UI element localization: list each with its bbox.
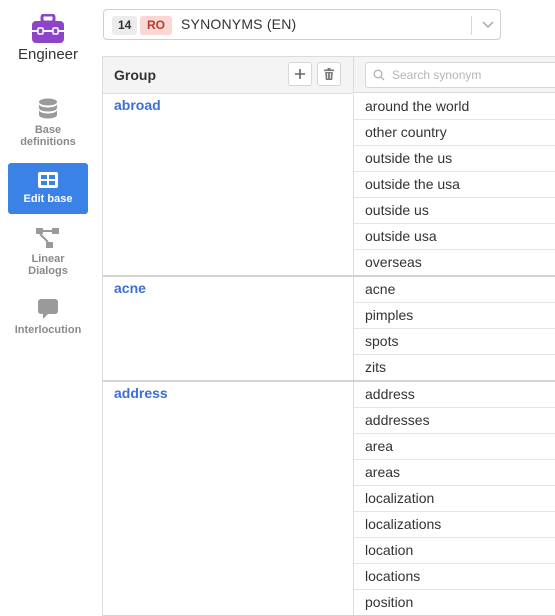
synonym-item[interactable]: area — [354, 434, 555, 460]
synonym-item[interactable]: zits — [354, 355, 555, 380]
delete-group-button[interactable] — [317, 62, 341, 86]
chevron-down-icon[interactable] — [480, 18, 496, 32]
group-name-link[interactable]: acne — [114, 280, 146, 296]
group-name-link[interactable]: address — [114, 385, 168, 401]
group-row: acne acne pimples spots zits — [103, 277, 555, 382]
sidebar-item-linear-dialogs[interactable]: Linear Dialogs — [8, 227, 88, 279]
database-icon — [39, 98, 57, 119]
synonym-column-header — [353, 57, 555, 93]
synonym-item[interactable]: pimples — [354, 303, 555, 329]
synonym-item[interactable]: position — [354, 590, 555, 615]
count-badge: 14 — [112, 16, 138, 35]
search-synonym-input[interactable] — [365, 62, 555, 88]
sidebar: Engineer Base definitions Edit base Line… — [0, 0, 96, 615]
sidebar-item-base-definitions[interactable]: Base definitions — [8, 98, 88, 154]
synonym-item[interactable]: acne — [354, 277, 555, 303]
trash-icon — [324, 68, 334, 80]
synonym-item[interactable]: address — [354, 382, 555, 408]
synonym-item[interactable]: outside the us — [354, 146, 555, 172]
group-column-header: Group — [103, 57, 353, 94]
add-group-button[interactable] — [288, 62, 312, 86]
synonym-item[interactable]: other country — [354, 120, 555, 146]
synonym-item[interactable]: around the world — [354, 94, 555, 120]
synonym-item[interactable]: outside the usa — [354, 172, 555, 198]
sidebar-item-label: Dialogs — [28, 265, 68, 277]
plus-icon — [295, 69, 305, 79]
synonyms-table: Group abroad around the worldother countr… — [102, 56, 555, 616]
search-icon — [373, 69, 385, 81]
synonym-list: acne pimples spots zits — [353, 277, 555, 380]
synonym-item[interactable]: outside usa — [354, 224, 555, 250]
synonym-item[interactable]: areas — [354, 460, 555, 486]
base-selector[interactable]: 14 RO SYNONYMS (EN) — [103, 9, 501, 40]
synonym-item[interactable]: outside us — [354, 198, 555, 224]
synonym-item[interactable]: overseas — [354, 250, 555, 275]
group-header-label: Group — [114, 67, 156, 83]
group-row: address address addresses area areas localiza… — [103, 382, 555, 616]
sidebar-item-label: definitions — [20, 136, 76, 148]
app-name: Engineer — [17, 46, 79, 63]
synonym-list: address addresses area areas localization loc… — [353, 382, 555, 615]
sidebar-item-label: Linear — [31, 253, 65, 265]
synonym-item[interactable]: location — [354, 538, 555, 564]
sidebar-item-label: Edit base — [23, 193, 73, 205]
language-badge: RO — [140, 16, 172, 35]
sidebar-item-interlocution[interactable]: Interlocution — [8, 298, 88, 338]
sidebar-item-label: Interlocution — [14, 324, 82, 336]
synonym-item[interactable]: localization — [354, 486, 555, 512]
flow-icon — [36, 228, 59, 248]
toolbox-logo-icon — [32, 14, 64, 43]
synonym-item[interactable]: localizations — [354, 512, 555, 538]
synonym-item[interactable]: locations — [354, 564, 555, 590]
select-divider — [471, 16, 472, 35]
chat-icon — [38, 299, 58, 319]
group-name-link[interactable]: abroad — [114, 97, 161, 113]
synonym-item[interactable]: spots — [354, 329, 555, 355]
sidebar-item-label: Base — [34, 124, 62, 136]
group-row: abroad around the world other country outsi… — [103, 94, 555, 277]
synonym-item[interactable]: addresses — [354, 408, 555, 434]
base-name: SYNONYMS (EN) — [181, 16, 297, 32]
sidebar-item-edit-base[interactable]: Edit base — [8, 163, 88, 214]
synonym-list: around the world other country outside the… — [353, 94, 555, 275]
table-icon — [38, 172, 58, 188]
